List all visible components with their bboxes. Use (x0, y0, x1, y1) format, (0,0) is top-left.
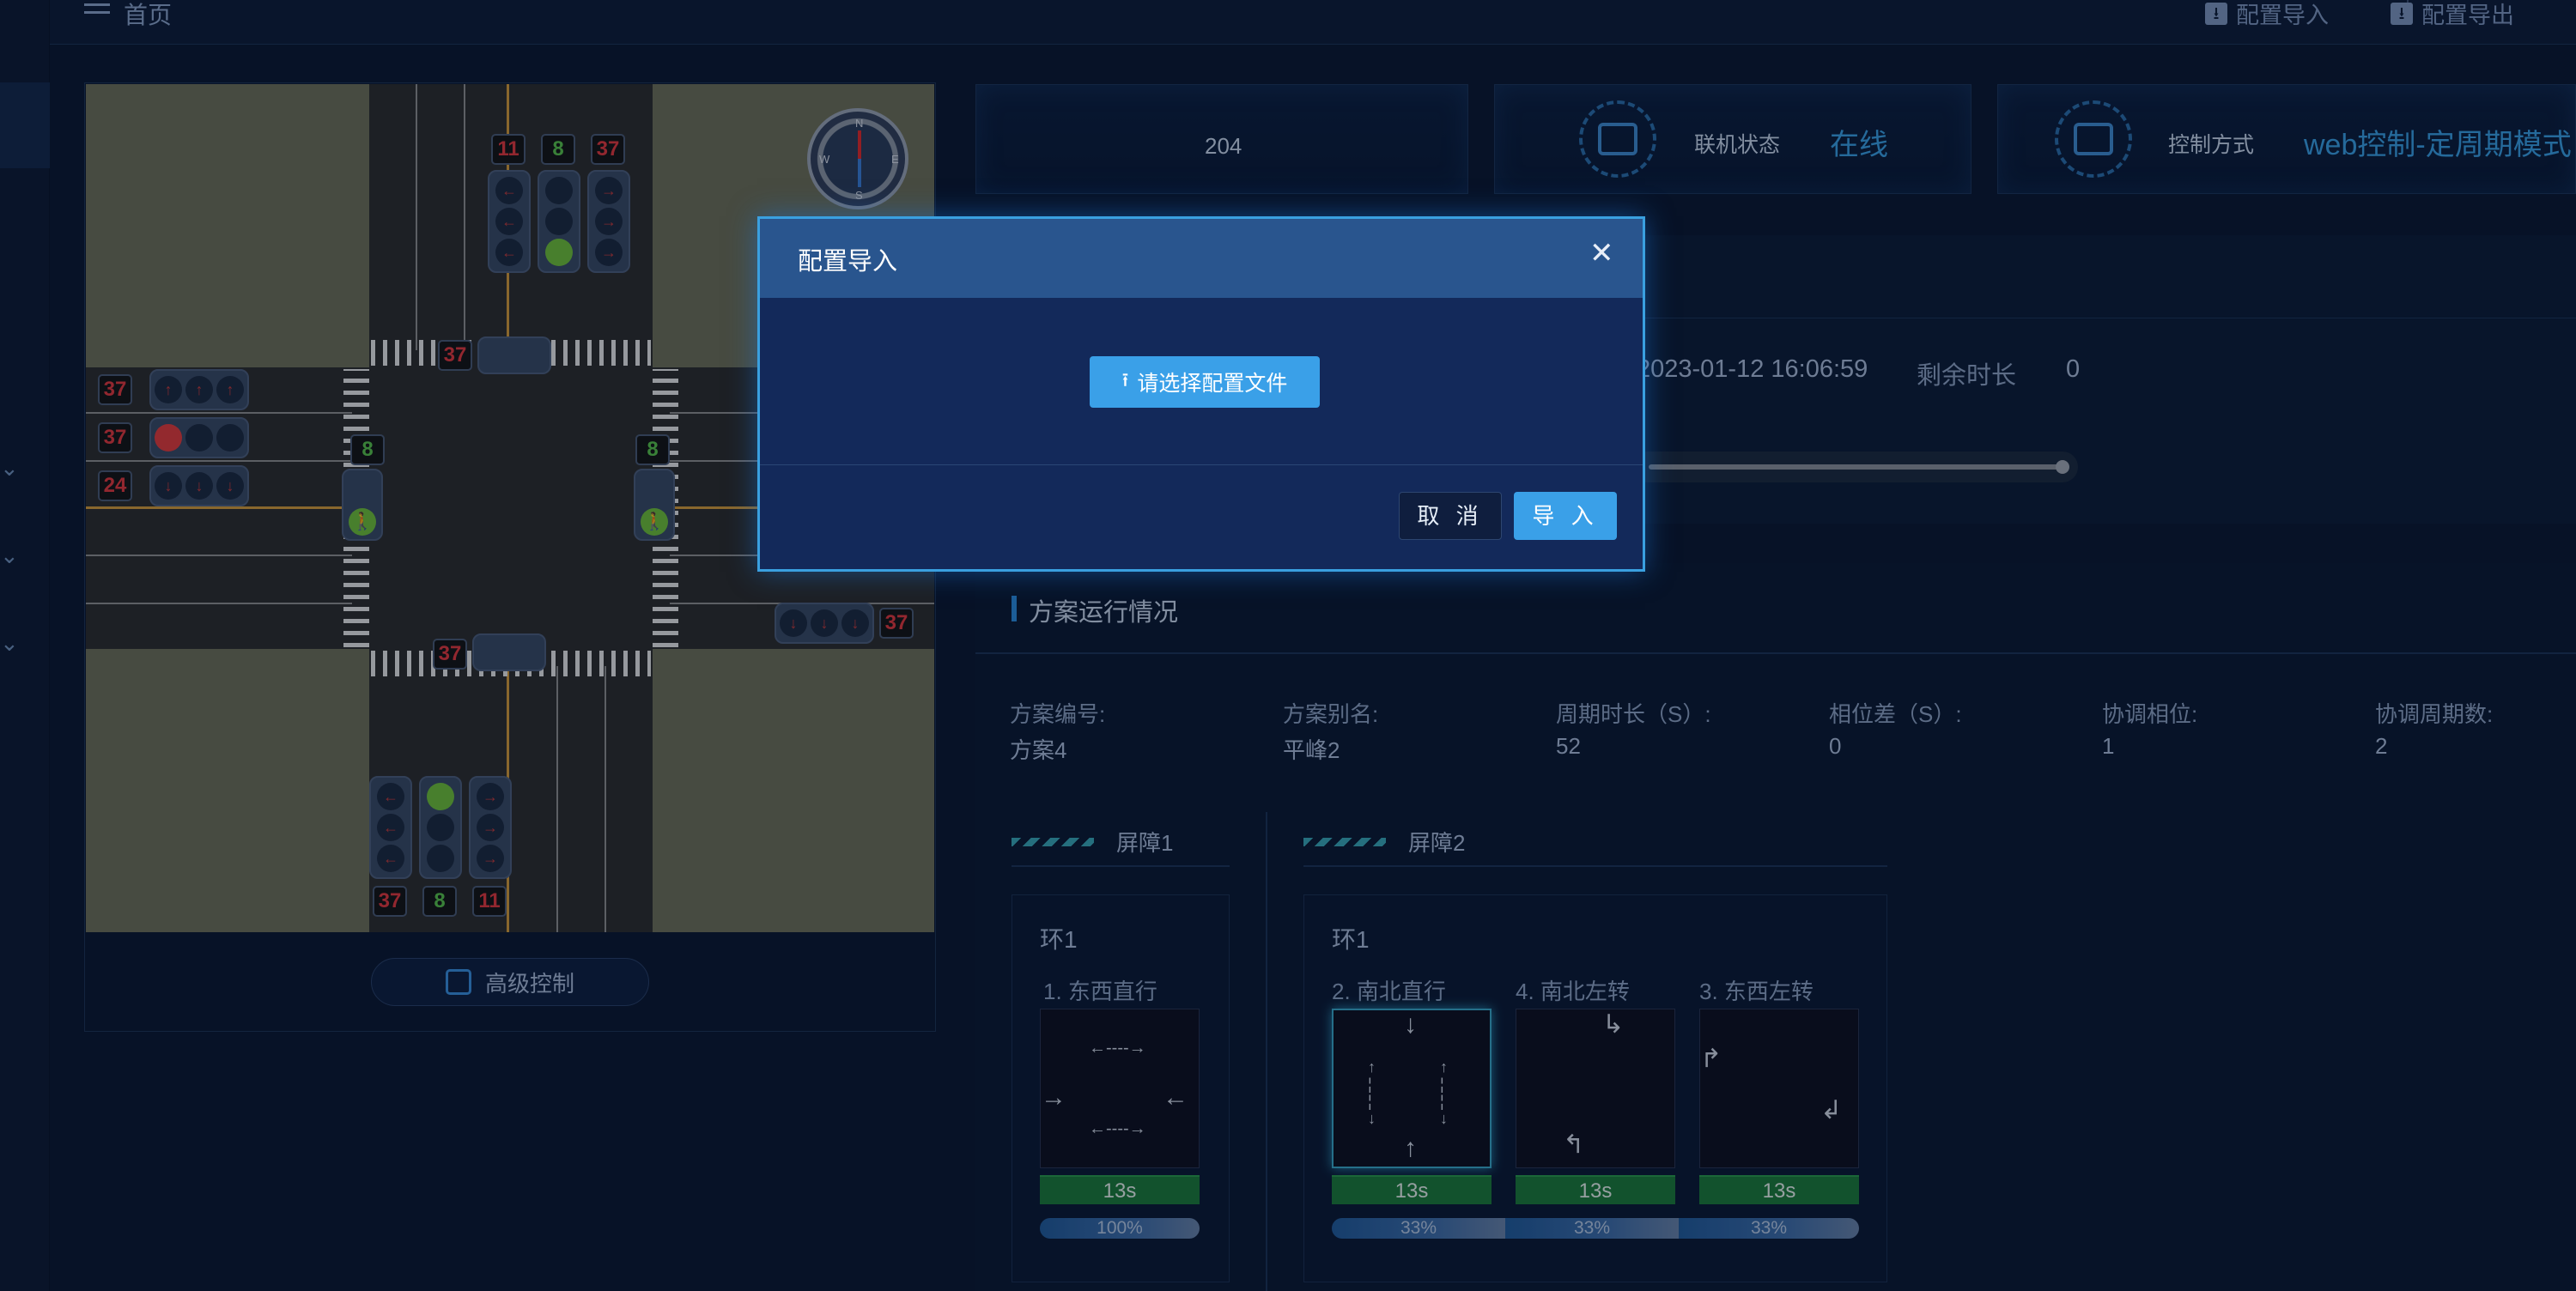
modal-overlay[interactable] (0, 0, 2576, 1291)
import-button[interactable]: 导 入 (1514, 492, 1617, 540)
cancel-button[interactable]: 取 消 (1399, 492, 1502, 540)
select-config-file-button[interactable]: ⭱ 请选择配置文件 (1090, 356, 1320, 408)
select-config-file-label: 请选择配置文件 (1137, 372, 1288, 396)
upload-icon: ⭱ (1121, 369, 1129, 391)
config-import-dialog: 配置导入 ✕ ⭱ 请选择配置文件 取 消 导 入 (757, 216, 1645, 572)
dialog-title: 配置导入 (798, 248, 898, 276)
close-icon[interactable]: ✕ (1589, 236, 1614, 270)
divider (760, 464, 1643, 465)
